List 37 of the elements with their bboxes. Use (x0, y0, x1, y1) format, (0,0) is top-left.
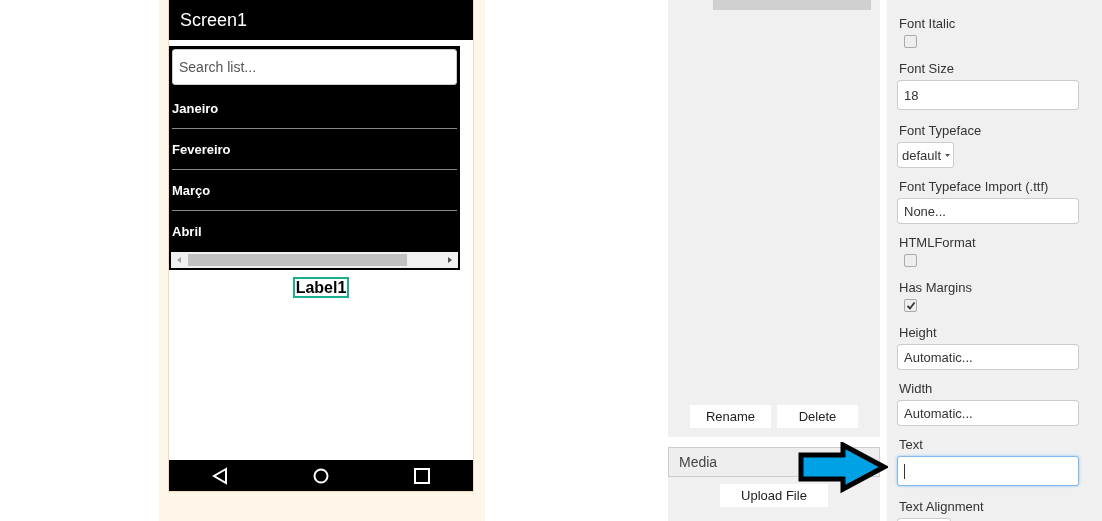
property-label: Height (899, 324, 938, 342)
upload-file-button[interactable]: Upload File (720, 484, 828, 507)
list-item[interactable]: Abril (172, 211, 457, 251)
property-label: Width (899, 380, 934, 398)
horizontal-scrollbar[interactable] (171, 252, 458, 268)
home-icon[interactable] (313, 467, 329, 484)
panel-button[interactable]: Delete (777, 405, 858, 428)
property-label: Font Italic (899, 15, 957, 33)
caret-icon (945, 153, 951, 157)
text-field[interactable]: None... (897, 198, 1079, 224)
property-label: HTMLFormat (899, 234, 977, 252)
back-icon[interactable] (211, 466, 228, 485)
text-field[interactable] (897, 456, 1079, 486)
property-label: Text Alignment (899, 498, 985, 516)
scroll-thumb[interactable] (188, 254, 407, 266)
text-field[interactable]: 18 (897, 80, 1079, 110)
panel-button[interactable]: Rename (690, 405, 771, 428)
text-field[interactable]: Automatic... (897, 400, 1079, 426)
label-component[interactable]: Label1 (292, 277, 350, 298)
checkbox[interactable] (904, 35, 917, 48)
property-label: Has Margins (899, 279, 973, 297)
checkbox[interactable] (904, 299, 917, 312)
dropdown[interactable]: default (897, 142, 955, 168)
scroll-right-icon[interactable] (446, 255, 454, 265)
screen-title: Screen1 (169, 0, 473, 40)
checkbox[interactable] (904, 254, 917, 267)
scroll-left-icon[interactable] (175, 255, 183, 265)
property-label: Text (899, 436, 924, 454)
list-item[interactable]: Fevereiro (172, 129, 457, 169)
list-item[interactable]: Março (172, 170, 457, 210)
search-field[interactable]: Search list... (172, 49, 457, 85)
square-icon[interactable] (414, 467, 431, 484)
property-label: Font Typeface Import (.ttf) (899, 178, 1050, 196)
text-field[interactable]: Automatic... (897, 344, 1079, 370)
list-item[interactable]: Janeiro (172, 88, 457, 128)
property-label: Font Typeface (899, 122, 983, 140)
property-label: Font Size (899, 60, 955, 78)
